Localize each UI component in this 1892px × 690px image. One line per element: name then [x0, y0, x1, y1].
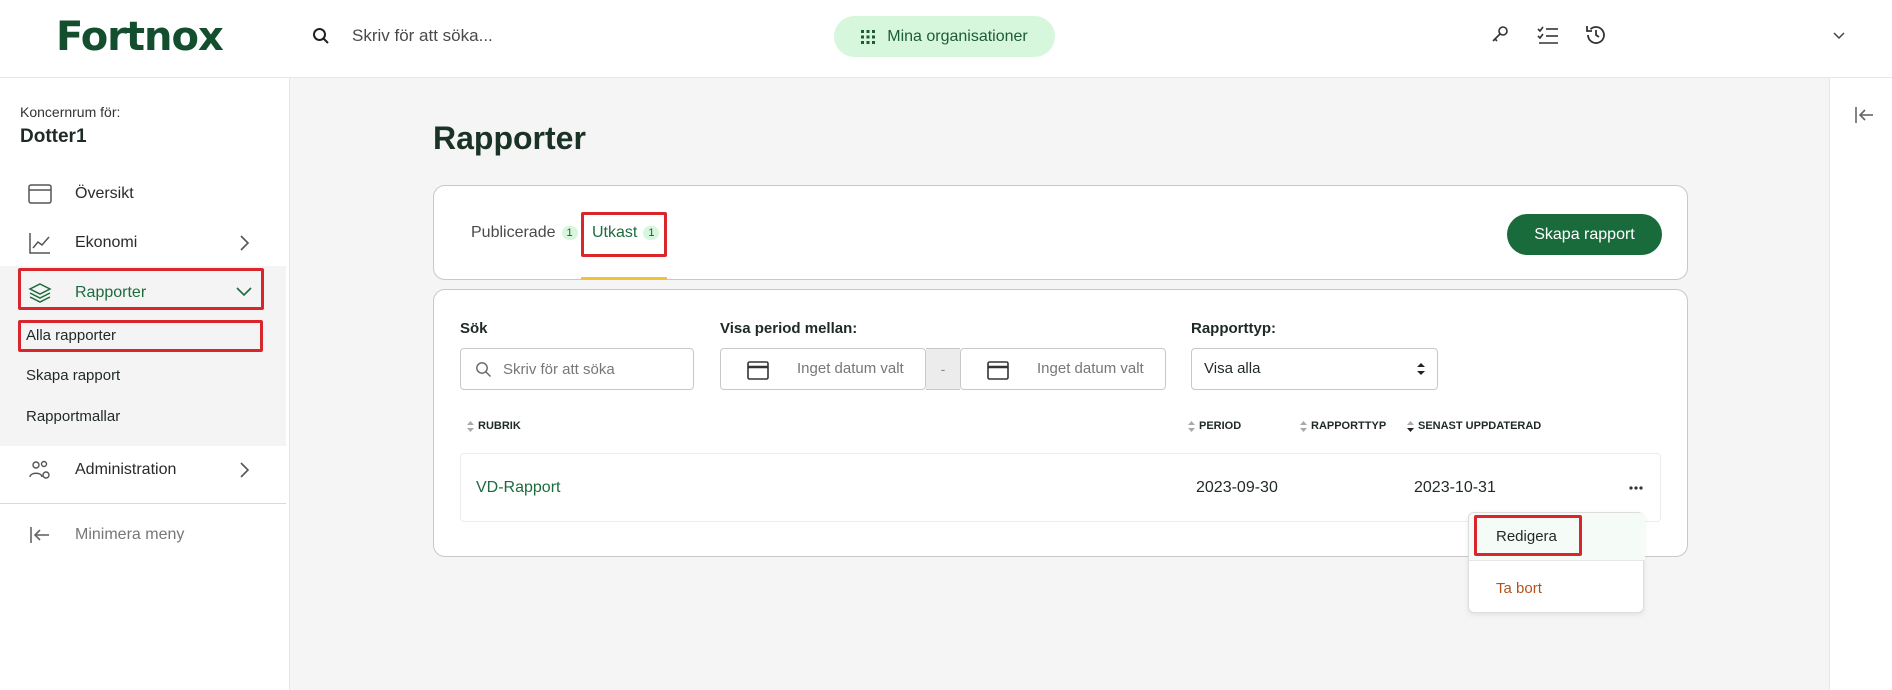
- chevron-right-icon: [240, 235, 250, 251]
- window-icon: [28, 184, 52, 204]
- count-badge: 1: [561, 226, 578, 240]
- org-for-label: Koncernrum för:: [20, 104, 121, 120]
- date-placeholder: Inget datum valt: [1037, 360, 1144, 377]
- count-badge: 1: [643, 226, 660, 240]
- org-name: Dotter1: [20, 126, 87, 147]
- sidebar-item-administration[interactable]: Administration: [0, 446, 286, 494]
- sort-desc-icon: [1407, 420, 1414, 432]
- menu-item-label: Redigera: [1496, 528, 1557, 545]
- column-header-type[interactable]: RAPPORTTYP: [1300, 420, 1386, 432]
- tab-label: Utkast: [592, 224, 638, 241]
- grid-icon: [861, 29, 876, 44]
- chevron-right-icon: [240, 462, 250, 478]
- chevron-down-icon: [236, 287, 252, 297]
- global-search[interactable]: Skriv för att söka...: [312, 26, 493, 46]
- report-period: 2023-09-30: [1196, 479, 1278, 496]
- column-header-title[interactable]: RUBRIK: [467, 420, 521, 432]
- sidebar-item-reports[interactable]: Rapporter: [0, 269, 286, 317]
- report-type-label: Rapporttyp:: [1191, 320, 1276, 337]
- layers-icon: [28, 283, 52, 303]
- create-report-button[interactable]: Skapa rapport: [1507, 214, 1662, 255]
- row-context-menu: Redigera Ta bort: [1468, 512, 1645, 613]
- calendar-icon: [747, 361, 769, 380]
- date-range-separator: -: [926, 348, 960, 390]
- fortnox-logo[interactable]: Fortnox: [56, 14, 224, 60]
- sidebar-subitem-create-report[interactable]: Skapa rapport: [26, 367, 120, 384]
- search-filter-label: Sök: [460, 320, 488, 337]
- collapse-left-icon[interactable]: [1854, 106, 1874, 124]
- page-title: Rapporter: [433, 120, 586, 156]
- sidebar-divider: [0, 503, 286, 504]
- sidebar-item-label: Rapporter: [75, 284, 147, 301]
- tab-label: Publicerade: [471, 224, 556, 241]
- sidebar-item-economy[interactable]: Ekonomi: [0, 219, 286, 267]
- right-rail: [1829, 78, 1892, 690]
- report-type-value: Visa alla: [1204, 360, 1261, 377]
- calendar-icon: [987, 361, 1009, 380]
- sidebar-item-label: Ekonomi: [75, 234, 138, 251]
- header-actions: [1488, 23, 1608, 47]
- period-filter-label: Visa period mellan:: [720, 320, 858, 337]
- global-search-input[interactable]: Skriv för att söka...: [352, 26, 493, 46]
- active-tab-indicator: [581, 277, 667, 280]
- line-chart-icon: [29, 233, 50, 254]
- checklist-icon[interactable]: [1536, 23, 1560, 47]
- sidebar: Koncernrum för: Dotter1 Översikt Ekonomi…: [0, 78, 290, 690]
- collapse-left-icon: [30, 527, 49, 543]
- column-header-updated[interactable]: SENAST UPPDATERAD: [1407, 420, 1541, 432]
- search-icon: [313, 28, 329, 44]
- organizations-button[interactable]: Mina organisationer: [834, 16, 1055, 57]
- sidebar-item-overview[interactable]: Översikt: [0, 170, 286, 218]
- more-options-icon[interactable]: [1628, 480, 1644, 496]
- key-icon[interactable]: [1488, 23, 1512, 47]
- menu-item-edit[interactable]: Redigera: [1469, 513, 1645, 561]
- tabs-card: Publicerade 1 Utkast 1 Skapa rapport: [433, 185, 1688, 280]
- history-icon[interactable]: [1584, 23, 1608, 47]
- minimize-menu-label: Minimera meny: [75, 526, 185, 543]
- sort-arrows-icon: [1417, 363, 1425, 375]
- sort-icon: [1188, 420, 1195, 432]
- date-to-field[interactable]: Inget datum valt: [960, 348, 1166, 390]
- menu-item-delete[interactable]: Ta bort: [1496, 580, 1542, 597]
- minimize-menu-button[interactable]: Minimera meny: [0, 516, 286, 556]
- sidebar-subitem-all-reports[interactable]: Alla rapporter: [26, 327, 116, 344]
- sidebar-item-label: Administration: [75, 461, 177, 478]
- search-icon: [476, 362, 491, 377]
- sort-icon: [467, 420, 474, 432]
- tab-drafts[interactable]: Utkast 1: [592, 224, 660, 242]
- report-title-link[interactable]: VD-Rapport: [476, 479, 560, 497]
- chevron-down-icon[interactable]: [1831, 27, 1847, 43]
- date-from-field[interactable]: Inget datum valt: [720, 348, 926, 390]
- report-search-input[interactable]: Skriv för att söka: [460, 348, 694, 390]
- sidebar-item-label: Översikt: [75, 185, 134, 202]
- report-updated: 2023-10-31: [1414, 479, 1496, 496]
- sidebar-subitem-report-templates[interactable]: Rapportmallar: [26, 408, 120, 425]
- top-header: Fortnox Skriv för att söka... Mina organ…: [0, 0, 1892, 78]
- organizations-label: Mina organisationer: [887, 27, 1028, 45]
- users-gear-icon: [29, 460, 50, 479]
- sort-icon: [1300, 420, 1307, 432]
- tab-published[interactable]: Publicerade 1: [471, 224, 578, 242]
- column-header-period[interactable]: PERIOD: [1188, 420, 1241, 432]
- search-placeholder: Skriv för att söka: [503, 360, 615, 378]
- report-type-select[interactable]: Visa alla: [1191, 348, 1438, 390]
- date-placeholder: Inget datum valt: [797, 360, 904, 377]
